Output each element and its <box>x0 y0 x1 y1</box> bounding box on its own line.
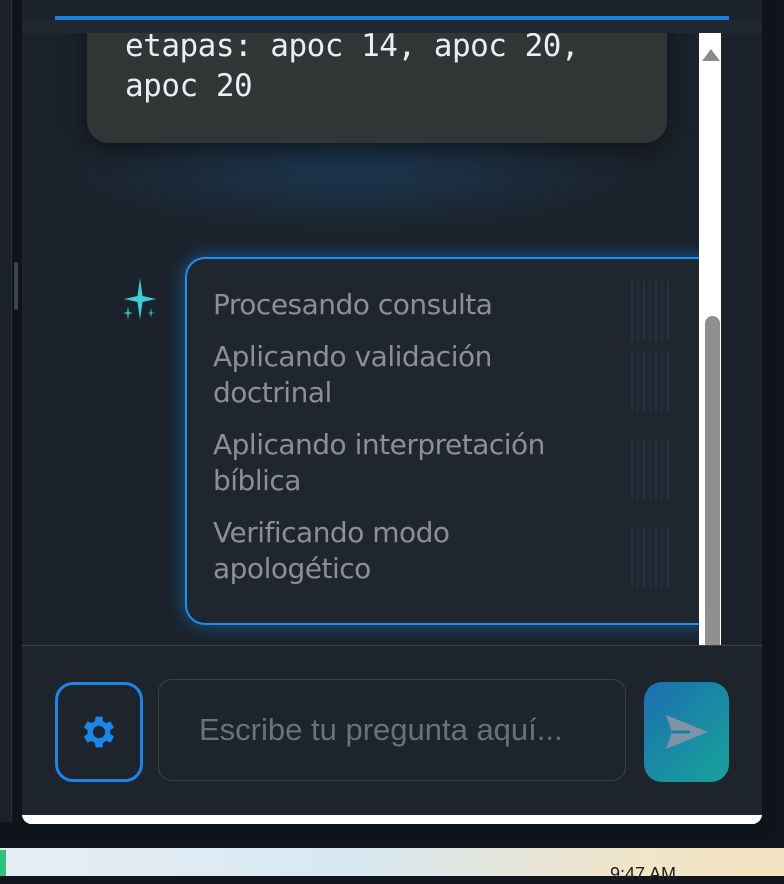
send-icon <box>665 715 708 749</box>
panel-right-margin <box>721 33 762 645</box>
assistant-status-bubble: Procesando consulta Aplicando validación… <box>185 257 699 625</box>
input-bar <box>22 645 762 816</box>
settings-button[interactable] <box>55 682 143 782</box>
chat-scrollbar[interactable] <box>699 33 721 646</box>
scroll-up-arrow-icon[interactable] <box>702 49 720 61</box>
panel-bottom-border <box>22 815 762 824</box>
step-progress-indicator <box>627 351 673 411</box>
step-progress-indicator <box>627 527 673 587</box>
left-side-panel <box>0 0 12 822</box>
step-progress-indicator <box>627 439 673 499</box>
processing-step: Aplicando validación doctrinal <box>213 340 492 409</box>
scrollbar-thumb[interactable] <box>705 316 720 646</box>
header-divider <box>22 20 762 33</box>
user-message-text: etapas: apoc 14, apoc 20, apoc 20 <box>125 28 580 104</box>
gear-icon <box>83 716 115 748</box>
processing-step: Procesando consulta <box>213 288 493 321</box>
processing-step: Aplicando interpretación bíblica <box>213 428 545 497</box>
send-button[interactable] <box>644 682 729 782</box>
processing-step: Verificando modo apologético <box>213 516 450 585</box>
step-progress-indicator <box>627 281 673 341</box>
header-accent-line <box>55 16 729 20</box>
processing-steps-list: Procesando consulta Aplicando validación… <box>213 287 613 603</box>
sparkle-icon <box>123 278 156 320</box>
chat-panel: etapas: apoc 14, apoc 20, apoc 20 Proces… <box>22 0 762 824</box>
taskbar-app-indicator <box>0 850 6 876</box>
chat-messages-area: etapas: apoc 14, apoc 20, apoc 20 Proces… <box>22 0 699 645</box>
question-input[interactable] <box>158 679 626 781</box>
taskbar-clock[interactable]: 9:47 AM <box>610 864 676 884</box>
resize-handle[interactable] <box>14 262 18 310</box>
